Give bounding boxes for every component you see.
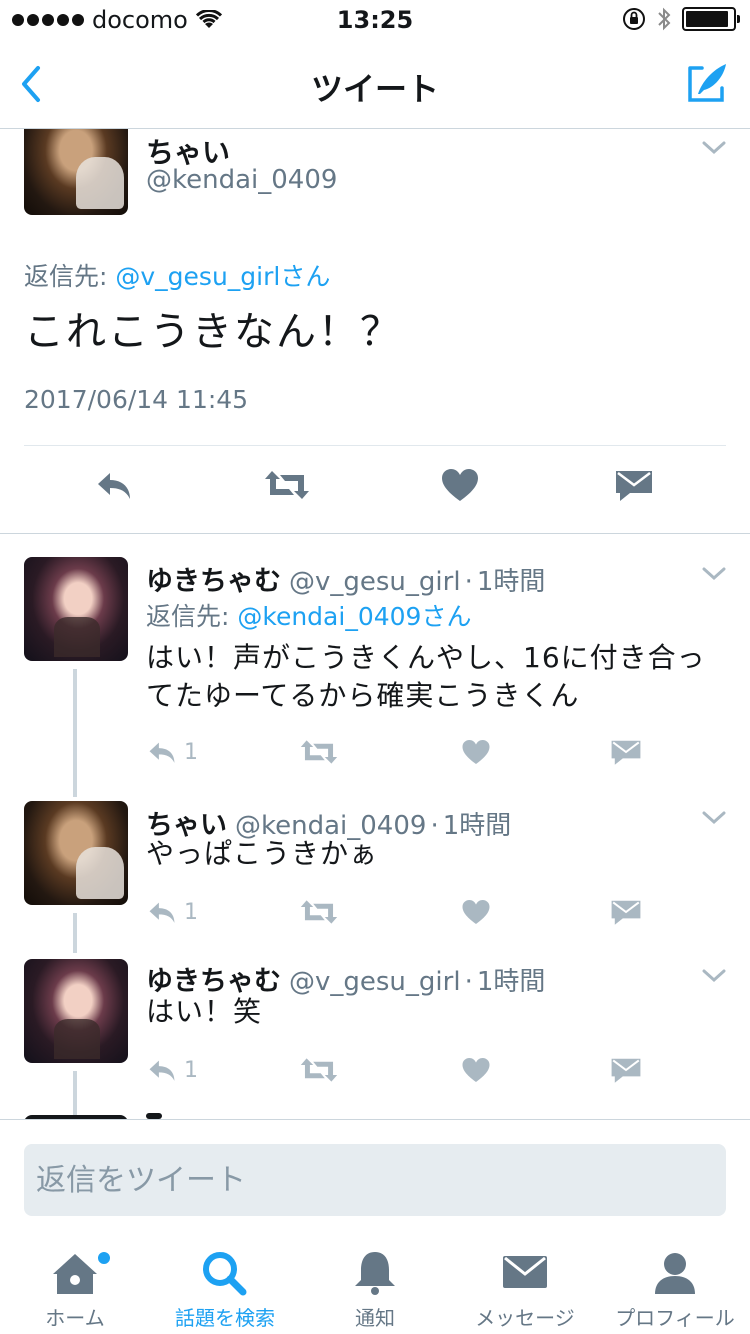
tab-label: プロフィール bbox=[615, 1306, 735, 1330]
reply-action[interactable]: 1 bbox=[146, 897, 198, 927]
search-icon bbox=[203, 1252, 247, 1296]
avatar[interactable] bbox=[24, 801, 128, 905]
direct-message-icon[interactable] bbox=[610, 897, 642, 927]
divider bbox=[24, 445, 726, 446]
retweet-icon[interactable] bbox=[264, 467, 310, 503]
reply-tweet[interactable]: ゆきちゃむ @v_gesu_girl · 1時間 はい！笑 1 bbox=[0, 959, 750, 1109]
tweet-text: これこうきなん！？ bbox=[24, 309, 402, 355]
tweet-text: はい！声がこうきくんやし、16に付き合ってたゆーてるから確実こうきくん bbox=[146, 641, 706, 712]
navigation-bar: ツイート bbox=[0, 40, 750, 129]
reply-tweet[interactable]: ゆきちゃむ @v_gesu_girl · 1時間 返信先: @kendai_0409さ… bbox=[0, 557, 750, 807]
avatar[interactable] bbox=[24, 129, 128, 215]
rotation-lock-icon bbox=[623, 8, 645, 30]
tweet-actions: 1 bbox=[146, 737, 666, 769]
tab-label: 通知 bbox=[355, 1306, 395, 1330]
tweet-header: ゆきちゃむ @v_gesu_girl · 1時間 bbox=[146, 559, 545, 598]
home-icon bbox=[53, 1254, 97, 1294]
chevron-down-icon[interactable] bbox=[702, 567, 726, 581]
envelope-icon bbox=[503, 1256, 547, 1288]
compose-tweet-icon[interactable] bbox=[684, 60, 730, 106]
reply-icon[interactable] bbox=[94, 467, 134, 503]
retweet-icon[interactable] bbox=[300, 897, 338, 927]
separator-dot: · bbox=[464, 567, 473, 597]
chevron-down-icon[interactable] bbox=[702, 811, 726, 825]
like-heart-icon[interactable] bbox=[461, 737, 491, 767]
divider bbox=[0, 533, 750, 534]
like-heart-icon[interactable] bbox=[461, 1055, 491, 1085]
bluetooth-icon bbox=[658, 7, 671, 31]
author-handle[interactable]: @v_gesu_girl bbox=[289, 567, 461, 597]
tab-label: メッセージ bbox=[475, 1306, 575, 1330]
notification-dot bbox=[96, 1250, 112, 1266]
reply-to-link[interactable]: @kendai_0409さん bbox=[237, 602, 471, 631]
tweet-text: はい！笑 bbox=[146, 995, 263, 1028]
tab-label: ホーム bbox=[45, 1306, 105, 1330]
direct-message-icon[interactable] bbox=[610, 737, 642, 767]
author-name[interactable]: ゆきちゃむ bbox=[146, 566, 281, 597]
reply-count: 1 bbox=[184, 1057, 198, 1083]
reply-to-line: 返信先: @v_gesu_girlさん bbox=[24, 257, 330, 293]
like-heart-icon[interactable] bbox=[461, 897, 491, 927]
avatar[interactable] bbox=[24, 557, 128, 661]
page-title: ツイート bbox=[310, 70, 439, 108]
tab-notifications[interactable]: 通知 bbox=[300, 1238, 450, 1334]
reply-count: 1 bbox=[184, 739, 198, 765]
reply-icon[interactable] bbox=[146, 738, 178, 766]
retweet-icon[interactable] bbox=[300, 1055, 338, 1085]
tweet-text: やっぱこうきかぁ bbox=[146, 837, 379, 870]
conversation-timeline[interactable]: ちゃい @kendai_0409 返信先: @v_gesu_girlさん これこ… bbox=[0, 129, 750, 1119]
reply-action[interactable]: 1 bbox=[146, 737, 198, 767]
tab-messages[interactable]: メッセージ bbox=[450, 1238, 600, 1334]
reply-to-line: 返信先: @kendai_0409さん bbox=[146, 597, 471, 633]
thread-connector bbox=[73, 669, 77, 797]
reply-action[interactable]: 1 bbox=[146, 1055, 198, 1085]
tweet-actions: 1 bbox=[146, 897, 666, 929]
status-bar: docomo 13:25 bbox=[0, 0, 750, 40]
tweet-time: 1時間 bbox=[476, 567, 546, 597]
tweet-actions bbox=[0, 467, 750, 511]
direct-message-icon[interactable] bbox=[614, 467, 654, 503]
bell-icon bbox=[355, 1252, 395, 1295]
thread-connector bbox=[73, 913, 77, 953]
reply-to-link[interactable]: @v_gesu_girlさん bbox=[115, 262, 330, 291]
chevron-down-icon[interactable] bbox=[702, 969, 726, 983]
reply-compose-bar bbox=[0, 1119, 750, 1238]
tab-search[interactable]: 話題を検索 bbox=[150, 1238, 300, 1334]
battery-icon bbox=[682, 7, 740, 31]
reply-input[interactable] bbox=[24, 1144, 726, 1216]
tab-home[interactable]: ホーム bbox=[0, 1238, 150, 1334]
tweet-actions: 1 bbox=[146, 1055, 666, 1087]
thread-connector bbox=[73, 1071, 77, 1115]
profile-icon bbox=[655, 1253, 695, 1294]
reply-tweet[interactable]: ちゃい @kendai_0409 · 1時間 やっぱこうきかぁ 1 bbox=[0, 801, 750, 951]
like-heart-icon[interactable] bbox=[440, 467, 480, 503]
reply-icon[interactable] bbox=[146, 898, 178, 926]
reply-to-prefix: 返信先: bbox=[146, 602, 238, 631]
direct-message-icon[interactable] bbox=[610, 1055, 642, 1085]
tab-label: 話題を検索 bbox=[175, 1306, 275, 1330]
tab-profile[interactable]: プロフィール bbox=[600, 1238, 750, 1334]
author-handle[interactable]: @kendai_0409 bbox=[146, 165, 337, 195]
reply-count: 1 bbox=[184, 899, 198, 925]
reply-icon[interactable] bbox=[146, 1056, 178, 1084]
status-right bbox=[622, 6, 740, 32]
focused-tweet: ちゃい @kendai_0409 返信先: @v_gesu_girlさん これこ… bbox=[0, 129, 750, 534]
tweet-timestamp: 2017/06/14 11:45 bbox=[24, 385, 249, 414]
retweet-icon[interactable] bbox=[300, 737, 338, 767]
tab-bar: ホーム 話題を検索 通知 メッセージ プロフィール bbox=[0, 1238, 750, 1334]
reply-to-prefix: 返信先: bbox=[24, 262, 116, 291]
avatar[interactable] bbox=[24, 959, 128, 1063]
chevron-down-icon[interactable] bbox=[702, 141, 726, 155]
